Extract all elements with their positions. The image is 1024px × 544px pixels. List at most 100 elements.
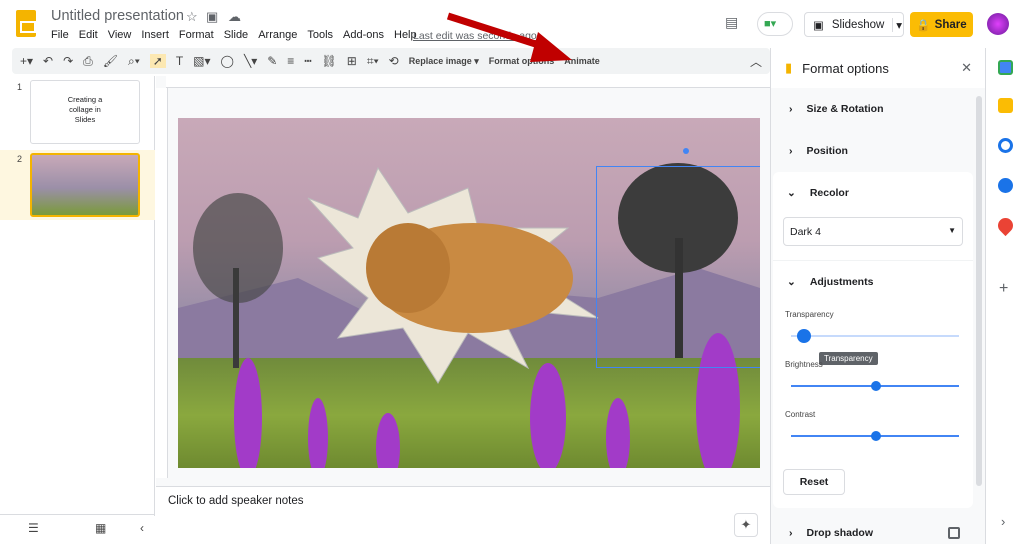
brightness-label: Brightness xyxy=(785,360,823,369)
text-box-icon[interactable]: T xyxy=(176,54,183,68)
menu-tools[interactable]: Tools xyxy=(307,29,333,41)
comments-icon[interactable]: ▤ xyxy=(725,14,738,31)
section-position[interactable]: › Position xyxy=(789,145,848,157)
star-icon[interactable]: ☆ xyxy=(186,9,198,25)
shape-icon[interactable]: ◯ xyxy=(221,54,234,68)
tooltip: Transparency xyxy=(819,352,878,365)
line-icon[interactable]: ╲▾ xyxy=(244,54,257,68)
selection-box[interactable] xyxy=(596,166,760,368)
chevron-right-icon: › xyxy=(789,145,793,157)
slide[interactable] xyxy=(178,118,760,468)
recolor-dropdown[interactable]: Dark 4 ▼ xyxy=(783,217,963,246)
maps-icon[interactable] xyxy=(994,214,1017,237)
contrast-slider[interactable] xyxy=(791,431,959,441)
tree-trunk xyxy=(233,268,239,368)
horizontal-ruler xyxy=(166,76,770,88)
drop-shadow-checkbox[interactable] xyxy=(948,527,960,539)
section-adjustments[interactable]: ⌄ Adjustments xyxy=(787,276,873,288)
puppy-head xyxy=(366,223,450,313)
print-icon[interactable]: ⎙ xyxy=(83,54,93,69)
slide-number: 2 xyxy=(17,154,23,164)
side-apps-rail: + › xyxy=(985,48,1024,544)
chevron-down-icon: ⌄ xyxy=(787,276,796,288)
dropdown-arrow-icon: ▼ xyxy=(948,226,956,235)
menu-arrange[interactable]: Arrange xyxy=(258,29,297,41)
toolbar: +▾ ↶ ↷ ⎙ 🖌 ⌕▾ ➚ T ▧▾ ◯ ╲▾ ✎ ≡ ┅ ⛓ ⊞ ⌗▾ ⟲… xyxy=(12,48,770,74)
slider-thumb[interactable] xyxy=(797,329,811,343)
vertical-ruler xyxy=(156,88,168,478)
filmstrip-view-icon[interactable]: ☰ xyxy=(28,521,39,535)
filmstrip: 1 Creating a collage in Slides 2 ☰ ▦ ‹ xyxy=(0,76,155,535)
menu-view[interactable]: View xyxy=(108,29,132,41)
section-drop-shadow[interactable]: › Drop shadow xyxy=(789,527,873,539)
slideshow-label: Slideshow xyxy=(831,18,885,31)
menu-file[interactable]: File xyxy=(51,29,69,41)
avatar[interactable] xyxy=(987,13,1009,35)
slider-thumb[interactable] xyxy=(871,431,881,441)
reset-button[interactable]: Reset xyxy=(783,469,845,495)
annotation-arrow-icon xyxy=(446,12,572,62)
menu-edit[interactable]: Edit xyxy=(79,29,98,41)
menu-slide[interactable]: Slide xyxy=(224,29,248,41)
slide-thumbnail-2[interactable] xyxy=(30,153,140,217)
explore-icon[interactable]: ✦ xyxy=(734,513,758,537)
move-folder-icon[interactable]: ▣ xyxy=(206,9,218,25)
undo-icon[interactable]: ↶ xyxy=(43,54,53,68)
menu-format[interactable]: Format xyxy=(179,29,214,41)
calendar-icon[interactable] xyxy=(998,60,1013,75)
thumbnail-text: Creating a collage in Slides xyxy=(67,95,103,124)
expand-rail-icon[interactable]: › xyxy=(1001,514,1005,529)
share-label: Share xyxy=(934,18,967,31)
slide-thumbnail-1[interactable]: Creating a collage in Slides xyxy=(30,80,140,144)
panel-title: Format options xyxy=(802,60,889,76)
filmstrip-footer: ☰ ▦ ‹ xyxy=(0,514,155,544)
chevron-right-icon: › xyxy=(789,527,793,539)
slide-number: 1 xyxy=(17,82,23,92)
panel-header: ▮ Format options ✕ xyxy=(771,48,986,88)
redo-icon[interactable]: ↷ xyxy=(63,54,73,68)
slider-thumb[interactable] xyxy=(871,381,881,391)
select-icon[interactable]: ➚ xyxy=(149,54,166,68)
border-weight-icon[interactable]: ≡ xyxy=(287,54,294,68)
lock-icon: 🔒 xyxy=(916,19,931,32)
crop-icon[interactable]: ⌗▾ xyxy=(367,54,379,69)
link-icon[interactable]: ⛓ xyxy=(322,54,337,68)
menu-addons[interactable]: Add-ons xyxy=(343,29,384,41)
transparency-label: Transparency xyxy=(785,310,834,319)
slides-logo-icon[interactable] xyxy=(16,10,36,37)
grid-view-icon[interactable]: ▦ xyxy=(95,521,106,535)
meet-icon[interactable]: ■▾ xyxy=(757,12,793,36)
panel-scrollbar[interactable] xyxy=(976,96,982,486)
speaker-notes[interactable]: Click to add speaker notes xyxy=(156,486,770,544)
menu-insert[interactable]: Insert xyxy=(141,29,169,41)
add-addon-icon[interactable]: + xyxy=(999,280,1008,298)
contacts-icon[interactable] xyxy=(998,178,1013,193)
border-dash-icon[interactable]: ┅ xyxy=(304,54,311,68)
chevron-down-icon: ⌄ xyxy=(787,187,796,199)
document-title[interactable]: Untitled presentation xyxy=(51,8,184,24)
reset-image-icon[interactable]: ⟲ xyxy=(389,54,399,68)
comment-icon[interactable]: ⊞ xyxy=(347,54,357,68)
format-options-panel: ▮ Format options ✕ › Size & Rotation › Pos… xyxy=(770,48,986,544)
image-icon[interactable]: ▧▾ xyxy=(193,54,210,68)
slideshow-button[interactable]: ▣ Slideshow ▾ xyxy=(804,12,904,37)
cloud-status-icon[interactable]: ☁ xyxy=(228,9,241,25)
new-slide-icon[interactable]: +▾ xyxy=(20,54,33,68)
section-recolor[interactable]: ⌄ Recolor xyxy=(787,187,849,199)
keep-icon[interactable] xyxy=(998,98,1013,113)
rotate-handle[interactable] xyxy=(683,148,689,154)
pen-icon[interactable]: ✎ xyxy=(267,54,277,68)
collapse-filmstrip-icon[interactable]: ‹ xyxy=(140,521,144,535)
share-button[interactable]: 🔒 Share xyxy=(910,12,973,37)
chevron-right-icon: › xyxy=(789,103,793,115)
zoom-icon[interactable]: ⌕▾ xyxy=(128,54,140,69)
tasks-icon[interactable] xyxy=(998,138,1013,153)
brightness-slider[interactable] xyxy=(791,381,959,391)
close-icon[interactable]: ✕ xyxy=(961,60,972,76)
paint-format-icon[interactable]: 🖌 xyxy=(103,54,118,68)
chevron-down-icon[interactable]: ▾ xyxy=(892,17,905,32)
contrast-label: Contrast xyxy=(785,410,816,419)
collapse-toolbar-icon[interactable]: ︿ xyxy=(750,53,762,70)
section-size-rotation[interactable]: › Size & Rotation xyxy=(789,103,884,115)
transparency-slider[interactable] xyxy=(791,329,959,343)
